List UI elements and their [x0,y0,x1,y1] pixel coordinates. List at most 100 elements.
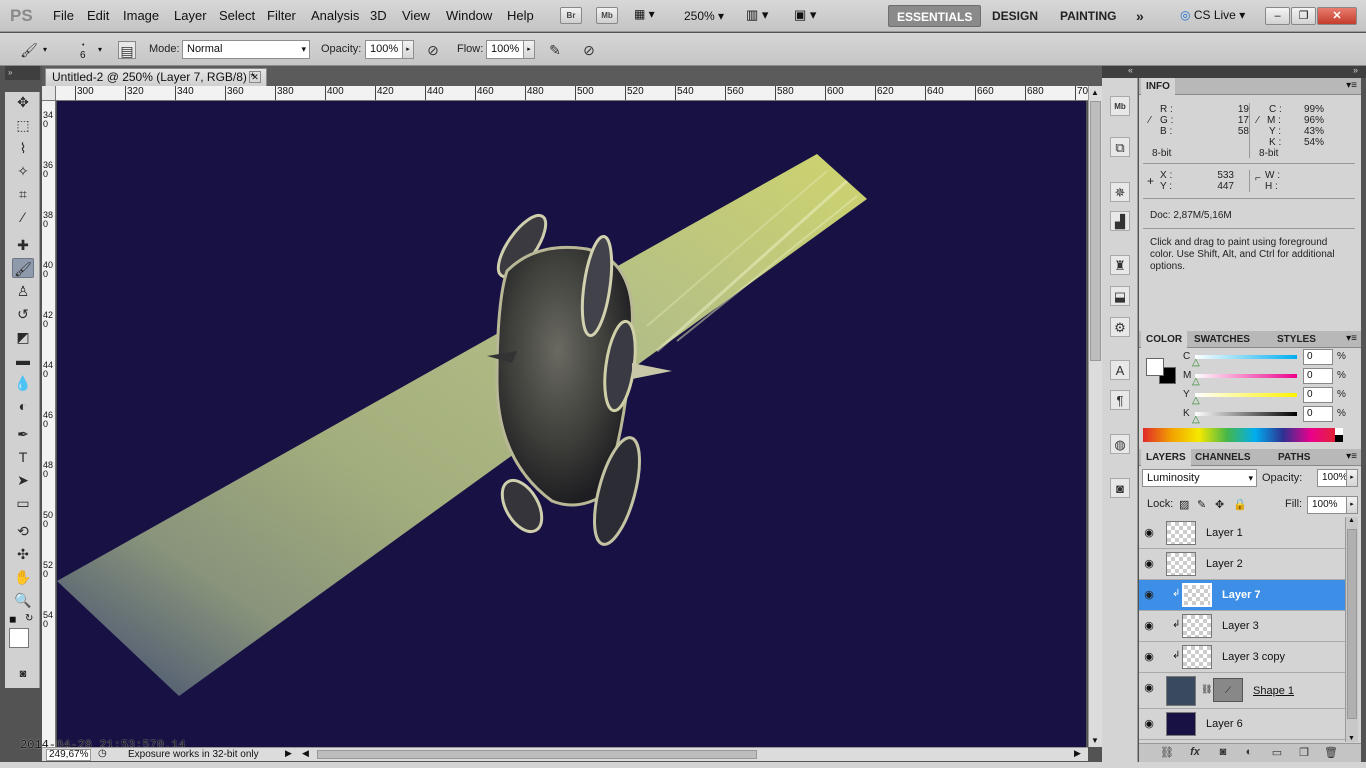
panel-menu-icon[interactable]: ▾≡ [1346,333,1357,344]
color-k-slider[interactable] [1195,412,1297,416]
clone-source-panel-icon[interactable]: ⬓ [1110,286,1130,306]
link-layers-icon[interactable]: ⛓ [1157,746,1177,759]
mini-bridge-button[interactable]: Mb [596,7,618,24]
slider-handle-icon[interactable]: △ [1192,376,1200,387]
scroll-down-icon[interactable]: ▼ [1091,736,1099,745]
layer-row-layer-2[interactable]: ◉ Layer 2 [1139,549,1345,580]
screen-mode-icon[interactable]: ▣ ▾ [794,7,816,23]
tool-presets-panel-icon[interactable]: ⚙ [1110,317,1130,337]
color-ramp-black[interactable] [1335,435,1343,442]
swap-colors-icon[interactable]: ↻ [25,613,33,624]
layer-row-layer-7[interactable]: ◉ ↲ Layer 7 [1139,580,1345,611]
eye-icon[interactable]: ◉ [1142,650,1156,664]
quick-selection-tool-icon[interactable]: ✧ [12,161,34,181]
type-tool-icon[interactable]: T [12,447,34,467]
restore-button[interactable]: ❐ [1291,7,1316,25]
tab-info[interactable]: INFO [1141,78,1175,95]
tab-layers[interactable]: LAYERS [1141,449,1191,466]
layer-opacity-input[interactable]: 100% [1317,469,1348,487]
layers-scrollbar[interactable]: ▲ ▼ [1345,517,1358,742]
rectangle-tool-icon[interactable]: ▭ [12,493,34,513]
brush-preset-icon[interactable]: 🖌 [20,41,38,59]
pressure-opacity-icon[interactable]: ⊘ [424,41,442,59]
tab-paths[interactable]: PATHS [1273,449,1315,466]
layer-row-layer-1[interactable]: ◉ Layer 1 [1139,518,1345,549]
adjustments-panel-icon[interactable]: ◙ [1110,478,1130,498]
menu-analysis[interactable]: Analysis [311,8,359,23]
scroll-up-icon[interactable]: ▲ [1091,88,1099,97]
layer-opacity-arrow[interactable]: ▸ [1346,469,1358,487]
crop-tool-icon[interactable]: ⌗ [12,184,34,204]
view-extras-icon[interactable]: ▦ ▾ [634,7,655,21]
path-selection-tool-icon[interactable]: ➤ [12,470,34,490]
flow-slider-arrow[interactable]: ▸ [523,40,535,59]
zoom-tool-icon[interactable]: 🔍 [12,590,34,610]
color-m-input[interactable]: 0 [1303,368,1333,384]
menu-edit[interactable]: Edit [87,8,109,23]
layer-row-layer-3-copy[interactable]: ◉ ↲ Layer 3 copy [1139,642,1345,673]
opacity-slider-arrow[interactable]: ▸ [402,40,414,59]
zoom-status-field[interactable]: 249,67% [46,749,92,761]
fill-input[interactable]: 100% [1307,496,1347,514]
eye-icon[interactable]: ◉ [1142,588,1156,602]
slider-handle-icon[interactable]: △ [1192,357,1200,368]
lock-pixels-icon[interactable]: ✎ [1197,498,1206,511]
brush-preset-arrow-icon[interactable]: ▾ [43,45,47,54]
pressure-size-icon[interactable]: ⊘ [580,41,598,59]
eye-icon[interactable]: ◉ [1142,526,1156,540]
blend-mode-select[interactable]: Luminosity ▾ [1142,469,1257,487]
bridge-button[interactable]: Br [560,7,582,24]
menu-window[interactable]: Window [446,8,492,23]
histogram-panel-icon[interactable]: ▟ [1110,211,1130,231]
trash-icon[interactable]: 🗑 [1321,746,1341,759]
color-y-slider[interactable] [1195,393,1297,397]
workspace-painting[interactable]: PAINTING [1052,5,1124,27]
zoom-level-select[interactable]: 250% ▾ [684,9,724,23]
blur-tool-icon[interactable]: 💧 [12,373,34,393]
fill-arrow[interactable]: ▸ [1346,496,1358,514]
close-icon[interactable]: ✕ [249,71,261,83]
scroll-left-icon[interactable]: ◀ [302,748,309,759]
workspace-design[interactable]: DESIGN [984,5,1046,27]
eye-icon[interactable]: ◉ [1142,619,1156,633]
brush-panel-toggle-icon[interactable]: ▤ [118,41,136,59]
3d-rotate-tool-icon[interactable]: ⟲ [12,521,34,541]
toolbox-header[interactable]: » [5,66,40,80]
eye-icon[interactable]: ◉ [1142,557,1156,571]
color-m-slider[interactable] [1195,374,1297,378]
scroll-down-icon[interactable]: ▼ [1348,735,1355,742]
menu-help[interactable]: Help [507,8,534,23]
tab-channels[interactable]: CHANNELS [1190,449,1256,466]
vertical-scroll-thumb[interactable] [1090,101,1101,361]
default-colors-icon[interactable]: ◼ [9,614,16,625]
lock-position-icon[interactable]: ✥ [1215,498,1224,511]
horizontal-scroll-thumb[interactable] [317,750,757,759]
paragraph-panel-icon[interactable]: ¶ [1110,390,1130,410]
slider-handle-icon[interactable]: △ [1192,395,1200,406]
eyedropper-tool-icon[interactable]: ⁄ [12,207,34,227]
status-menu-arrow-icon[interactable]: ▶ [285,748,292,759]
panel-dock-header[interactable]: «» [1102,65,1366,78]
scroll-right-icon[interactable]: ▶ [1074,748,1081,759]
close-button[interactable]: ✕ [1317,7,1357,25]
lock-all-icon[interactable]: 🔒 [1233,498,1247,511]
tab-styles[interactable]: STYLES [1272,331,1321,348]
eye-icon[interactable]: ◉ [1142,681,1156,695]
layer-row-layer-3[interactable]: ◉ ↲ Layer 3 [1139,611,1345,642]
add-mask-icon[interactable]: ◙ [1213,746,1233,758]
dodge-tool-icon[interactable]: ◐ [12,396,34,416]
color-c-input[interactable]: 0 [1303,349,1333,365]
more-workspaces-button[interactable]: » [1128,5,1152,27]
foreground-color-swatch[interactable] [9,628,29,648]
color-foreground-swatch[interactable] [1146,358,1164,376]
navigator-panel-icon[interactable]: ✵ [1110,182,1130,202]
adjustment-layer-icon[interactable]: ◐ [1239,746,1259,758]
tab-swatches[interactable]: SWATCHES [1189,331,1255,348]
menu-layer[interactable]: Layer [174,8,207,23]
mode-select[interactable]: Normal ▾ [182,40,310,59]
new-group-icon[interactable]: ▭ [1267,746,1287,759]
panel-menu-icon[interactable]: ▾≡ [1346,451,1357,462]
slider-handle-icon[interactable]: △ [1192,414,1200,425]
panel-menu-icon[interactable]: ▾≡ [1346,80,1357,91]
flow-input[interactable]: 100% [486,40,524,59]
